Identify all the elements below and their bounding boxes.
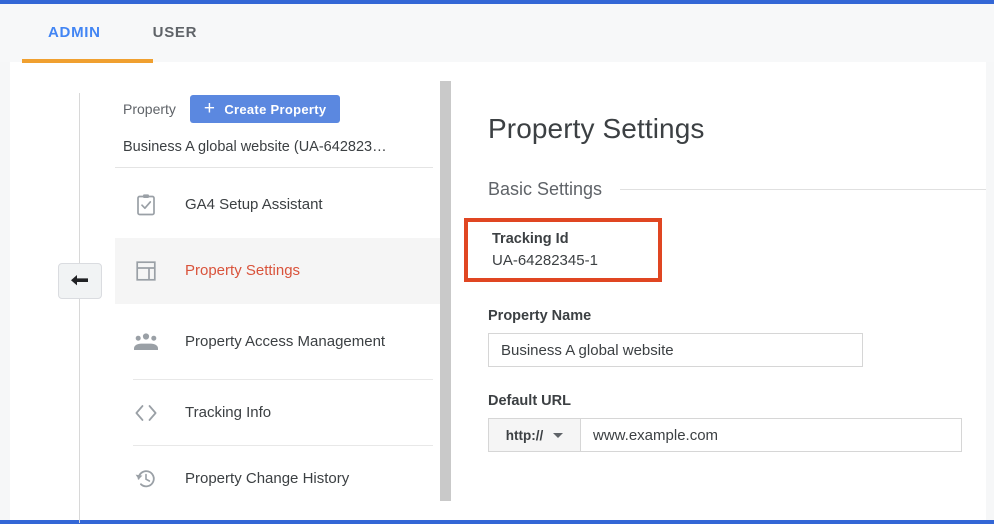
tracking-id-label: Tracking Id bbox=[492, 231, 569, 247]
tab-admin[interactable]: ADMIN bbox=[22, 4, 127, 62]
sidebar-rail-line bbox=[79, 93, 80, 523]
tab-user[interactable]: USER bbox=[127, 4, 223, 62]
back-arrow-button[interactable] bbox=[58, 263, 102, 299]
analytics-admin-screen: ADMIN USER Property + Create Property Bu… bbox=[0, 0, 994, 524]
section-title: Basic Settings bbox=[488, 179, 603, 199]
tracking-id-highlight-box: Tracking Id UA-64282345-1 bbox=[464, 218, 662, 282]
sidebar-item-property-settings[interactable]: Property Settings bbox=[115, 238, 445, 304]
property-menu: GA4 Setup Assistant Property Settings Pr… bbox=[115, 172, 445, 512]
chevron-down-icon bbox=[553, 432, 564, 438]
property-name-field: Property Name bbox=[488, 308, 986, 367]
code-brackets-icon bbox=[133, 400, 159, 426]
sidebar-scrollbar[interactable] bbox=[436, 63, 458, 520]
plus-icon: + bbox=[203, 97, 216, 119]
sidebar-item-label: Property Access Management bbox=[185, 332, 386, 350]
create-property-label: Create Property bbox=[224, 101, 327, 117]
default-url-label: Default URL bbox=[488, 393, 571, 409]
sidebar-item-label: Property Settings bbox=[185, 261, 301, 279]
property-label: Property bbox=[123, 101, 176, 117]
browser-edge-right bbox=[986, 4, 994, 520]
default-url-row: http:// bbox=[488, 418, 986, 452]
sidebar-item-ga4-setup-assistant[interactable]: GA4 Setup Assistant bbox=[115, 172, 445, 238]
default-url-input[interactable] bbox=[580, 418, 962, 452]
section-divider bbox=[620, 189, 986, 190]
property-name-input[interactable] bbox=[488, 333, 863, 367]
default-url-field: Default URL http:// bbox=[488, 393, 986, 452]
property-settings-pane: Property Settings Basic Settings Trackin… bbox=[464, 63, 986, 520]
property-sidebar: Property + Create Property Business A gl… bbox=[115, 63, 445, 520]
tab-list: ADMIN USER bbox=[22, 4, 223, 62]
admin-tabbar: ADMIN USER bbox=[0, 4, 994, 62]
property-header: Property + Create Property bbox=[115, 63, 445, 123]
sidebar-item-label: Tracking Info bbox=[185, 403, 272, 421]
people-group-icon bbox=[133, 329, 159, 355]
history-restore-icon bbox=[133, 466, 159, 492]
protocol-value: http:// bbox=[505, 427, 544, 443]
browser-edge-left bbox=[0, 4, 10, 520]
create-property-button[interactable]: + Create Property bbox=[189, 95, 341, 123]
scrollbar-thumb[interactable] bbox=[440, 81, 451, 501]
selected-property-name[interactable]: Business A global website (UA-642823… bbox=[115, 123, 433, 168]
page-title: Property Settings bbox=[488, 113, 705, 144]
basic-settings-section-header: Basic Settings bbox=[488, 179, 986, 200]
back-arrow-icon bbox=[71, 275, 88, 286]
layout-icon bbox=[133, 258, 159, 284]
property-name-label: Property Name bbox=[488, 308, 592, 324]
sidebar-item-property-change-history[interactable]: Property Change History bbox=[115, 446, 445, 512]
sidebar-item-tracking-info[interactable]: Tracking Info bbox=[115, 380, 445, 446]
sidebar-item-label: GA4 Setup Assistant bbox=[185, 195, 323, 213]
tracking-id-value: UA-64282345-1 bbox=[492, 252, 598, 269]
browser-edge-bottom bbox=[0, 520, 994, 524]
admin-body: Property + Create Property Business A gl… bbox=[10, 63, 986, 523]
protocol-select[interactable]: http:// bbox=[488, 418, 580, 452]
sidebar-item-label: Property Change History bbox=[185, 469, 350, 487]
clipboard-check-icon bbox=[133, 192, 159, 218]
sidebar-item-property-access-management[interactable]: Property Access Management bbox=[115, 304, 445, 380]
